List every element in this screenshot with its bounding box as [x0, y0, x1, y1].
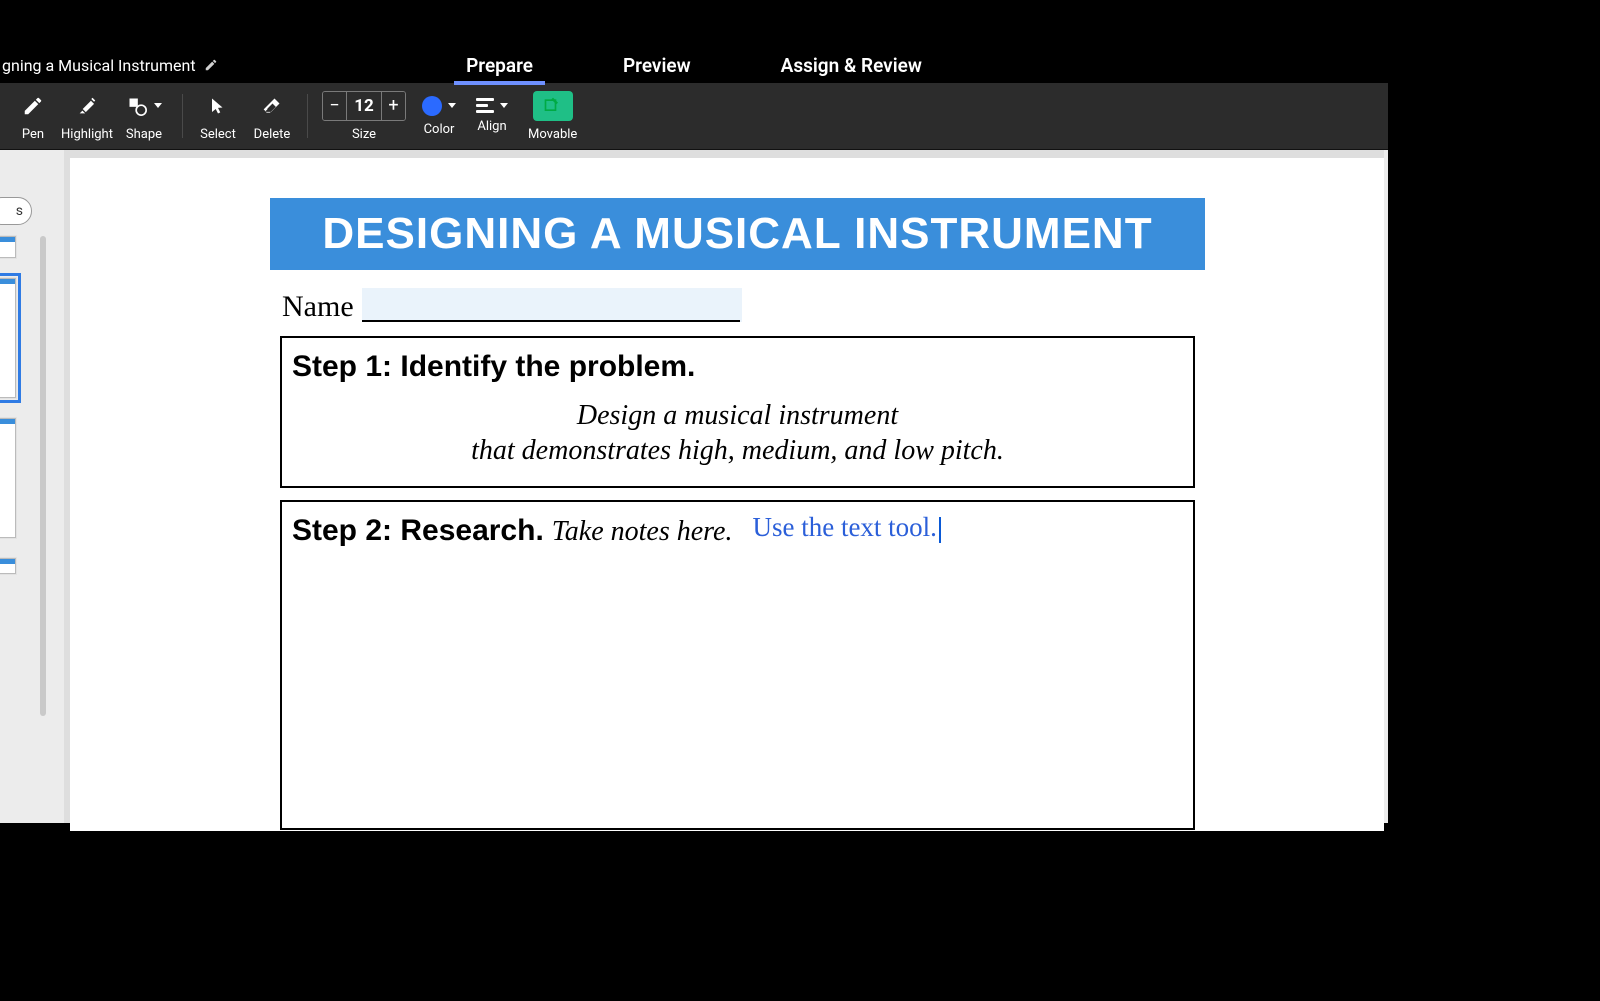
eraser-icon [252, 91, 292, 121]
step2-card: Step 2: Research. Take notes here. Use t… [280, 500, 1195, 830]
tab-prepare[interactable]: Prepare [466, 54, 533, 77]
pen-label: Pen [22, 127, 44, 142]
toolbar-separator [182, 94, 183, 138]
workspace: s DESIGNING A MUSICAL INSTRUMENT Name [0, 150, 1388, 823]
name-label: Name [282, 290, 354, 324]
delete-label: Delete [254, 127, 291, 142]
movable-control[interactable]: Movable [528, 91, 577, 142]
delete-tool[interactable]: Delete [245, 86, 299, 146]
step1-title: Step 1: Identify the problem. [292, 350, 1183, 384]
thumbnail-page-1[interactable] [0, 236, 16, 258]
name-highlight [362, 288, 742, 322]
worksheet-title-banner: DESIGNING A MUSICAL INSTRUMENT [270, 198, 1205, 270]
color-control[interactable]: Color [422, 96, 456, 137]
sidebar-toggle-label: s [16, 203, 23, 219]
document-title[interactable]: gning a Musical Instrument [0, 56, 218, 75]
thumbnail-page-4[interactable] [0, 558, 16, 574]
align-left-icon [476, 98, 494, 113]
movable-label: Movable [528, 127, 577, 142]
movable-icon [542, 96, 564, 116]
step1-prompt-line1: Design a musical instrument [577, 400, 898, 431]
toolbar: Pen Highlight Shape Select D [0, 83, 1388, 150]
inserted-text: Use the text tool. [752, 512, 936, 542]
name-underline [362, 320, 740, 322]
letterbox-right [1388, 0, 1600, 1001]
pen-icon [13, 91, 53, 121]
highlight-tool[interactable]: Highlight [60, 86, 114, 146]
step1-prompt: Design a musical instrument that demonst… [292, 398, 1183, 468]
chevron-down-icon [448, 103, 456, 108]
thumbnail-page-3[interactable] [0, 418, 16, 538]
shape-tool[interactable]: Shape [114, 86, 174, 146]
color-label: Color [424, 122, 455, 137]
cursor-icon [198, 91, 238, 121]
tab-assign-label: Assign & Review [781, 54, 922, 77]
inserted-text-box[interactable]: Use the text tool. [752, 512, 940, 543]
size-control: − 12 + Size [322, 91, 406, 142]
name-field[interactable] [362, 290, 742, 324]
step1-card: Step 1: Identify the problem. Design a m… [280, 336, 1195, 488]
letterbox-top [0, 0, 1600, 47]
step2-title: Step 2: Research. [292, 514, 544, 548]
size-label: Size [352, 127, 376, 142]
name-row: Name [282, 290, 1205, 324]
align-control[interactable]: Align [476, 98, 508, 134]
document-title-text: gning a Musical Instrument [2, 56, 196, 75]
size-decrement-button[interactable]: − [323, 92, 347, 120]
page-canvas[interactable]: DESIGNING A MUSICAL INSTRUMENT Name Step… [70, 158, 1384, 831]
shape-icon [124, 91, 164, 121]
pencil-icon[interactable] [204, 58, 218, 72]
text-cursor [939, 517, 941, 543]
chevron-down-icon [154, 103, 162, 108]
pen-tool[interactable]: Pen [6, 86, 60, 146]
letterbox-bottom [0, 823, 1600, 1001]
color-swatch-icon [422, 96, 442, 116]
size-value[interactable]: 12 [347, 92, 381, 120]
tab-prepare-label: Prepare [466, 54, 533, 77]
app-window: gning a Musical Instrument Prepare Previ… [0, 47, 1388, 823]
highlight-label: Highlight [61, 127, 113, 142]
tab-preview[interactable]: Preview [623, 54, 691, 77]
sidebar-toggle[interactable]: s [0, 197, 32, 225]
chevron-down-icon [500, 103, 508, 108]
toolbar-separator [307, 94, 308, 138]
tab-assign-review[interactable]: Assign & Review [781, 54, 922, 77]
step1-prompt-line2: that demonstrates high, medium, and low … [471, 435, 1004, 466]
highlighter-icon [67, 91, 107, 121]
worksheet-title: DESIGNING A MUSICAL INSTRUMENT [322, 209, 1152, 259]
shape-label: Shape [126, 127, 162, 142]
step2-subtitle: Take notes here. [552, 516, 733, 548]
document-content: DESIGNING A MUSICAL INSTRUMENT Name Step… [270, 158, 1205, 842]
tab-preview-label: Preview [623, 54, 691, 77]
thumbnail-scrollbar[interactable] [40, 236, 46, 716]
select-tool[interactable]: Select [191, 86, 245, 146]
thumbnail-page-2[interactable] [0, 278, 16, 398]
select-label: Select [200, 127, 236, 142]
movable-button[interactable] [533, 91, 573, 121]
align-label: Align [477, 119, 506, 134]
size-increment-button[interactable]: + [381, 92, 405, 120]
page-thumbnails [0, 236, 32, 823]
title-bar: gning a Musical Instrument Prepare Previ… [0, 47, 1388, 83]
